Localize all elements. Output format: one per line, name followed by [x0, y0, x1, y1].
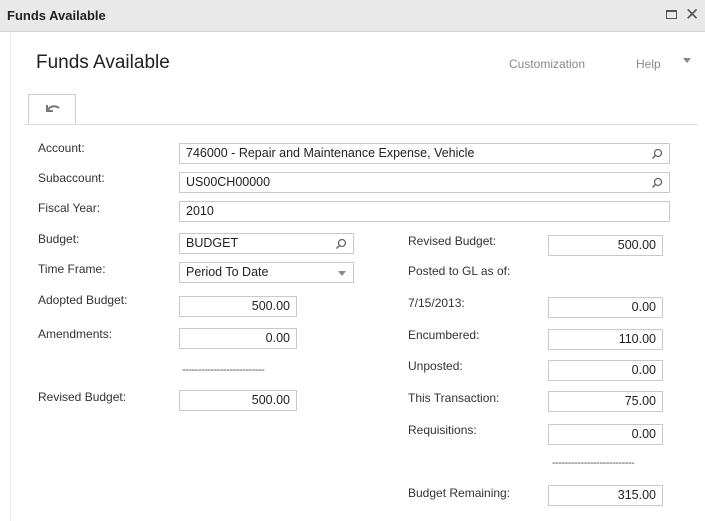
this-transaction-value: 75.00: [624, 394, 656, 408]
time-frame-label: Time Frame:: [38, 262, 106, 276]
left-separator: --------------------------: [182, 364, 265, 376]
encumbered-label: Encumbered:: [408, 328, 480, 342]
fiscal-year-value: 2010: [186, 204, 214, 218]
budget-remaining-field[interactable]: 315.00: [548, 485, 663, 506]
requisitions-value: 0.00: [631, 427, 656, 441]
window-titlebar: Funds Available ✕: [0, 0, 705, 32]
right-separator: --------------------------: [552, 457, 635, 469]
account-selector[interactable]: 746000 - Repair and Maintenance Expense,…: [179, 143, 670, 164]
account-value: 746000 - Repair and Maintenance Expense,…: [186, 146, 475, 160]
encumbered-field[interactable]: 110.00: [548, 329, 663, 350]
subaccount-label: Subaccount:: [38, 171, 105, 185]
requisitions-label: Requisitions:: [408, 423, 477, 437]
posted-to-gl-label: Posted to GL as of:: [408, 264, 511, 278]
maximize-icon[interactable]: [666, 10, 677, 19]
toolbar-divider: [24, 124, 698, 125]
budget-selector[interactable]: BUDGET: [179, 233, 354, 254]
unposted-field[interactable]: 0.00: [548, 360, 663, 381]
revised-budget-right-value: 500.00: [617, 238, 656, 252]
adopted-budget-field[interactable]: 500.00: [179, 296, 297, 317]
adopted-budget-label: Adopted Budget:: [38, 293, 128, 307]
help-chevron-down-icon[interactable]: [683, 58, 691, 63]
search-icon[interactable]: [335, 238, 347, 250]
posted-date-value: 0.00: [631, 300, 656, 314]
account-label: Account:: [38, 141, 85, 155]
revised-budget-right-field[interactable]: 500.00: [548, 235, 663, 256]
budget-remaining-value: 315.00: [617, 488, 656, 502]
posted-date-label: 7/15/2013:: [408, 296, 465, 310]
page-title: Funds Available: [36, 52, 170, 73]
requisitions-field[interactable]: 0.00: [548, 424, 663, 445]
this-transaction-label: This Transaction:: [408, 391, 500, 405]
window-title: Funds Available: [7, 8, 106, 23]
adopted-budget-value: 500.00: [251, 299, 290, 313]
revised-budget-left-field[interactable]: 500.00: [179, 390, 297, 411]
subaccount-selector[interactable]: US00CH00000: [179, 172, 670, 193]
search-icon[interactable]: [651, 148, 663, 160]
customization-link[interactable]: Customization: [509, 57, 585, 71]
undo-icon: [46, 105, 60, 112]
undo-button[interactable]: [28, 94, 76, 124]
unposted-value: 0.00: [631, 363, 656, 377]
revised-budget-left-label: Revised Budget:: [38, 390, 127, 404]
fiscal-year-field[interactable]: 2010: [179, 201, 670, 222]
budget-value: BUDGET: [186, 236, 239, 250]
form-panel: [10, 32, 705, 521]
time-frame-dropdown[interactable]: Period To Date: [179, 262, 354, 283]
posted-date-field[interactable]: 0.00: [548, 297, 663, 318]
amendments-field[interactable]: 0.00: [179, 328, 297, 349]
budget-remaining-label: Budget Remaining:: [408, 486, 511, 500]
revised-budget-right-label: Revised Budget:: [408, 234, 497, 248]
chevron-down-icon[interactable]: [338, 271, 346, 276]
unposted-label: Unposted:: [408, 359, 463, 373]
revised-budget-left-value: 500.00: [251, 393, 290, 407]
help-link[interactable]: Help: [636, 57, 661, 71]
this-transaction-field[interactable]: 75.00: [548, 391, 663, 412]
close-icon[interactable]: ✕: [685, 5, 699, 25]
amendments-label: Amendments:: [38, 327, 113, 341]
budget-label: Budget:: [38, 232, 80, 246]
fiscal-year-label: Fiscal Year:: [38, 201, 101, 215]
time-frame-value: Period To Date: [186, 265, 269, 279]
encumbered-value: 110.00: [618, 332, 656, 346]
search-icon[interactable]: [651, 177, 663, 189]
subaccount-value: US00CH00000: [186, 175, 271, 189]
amendments-value: 0.00: [265, 331, 290, 345]
